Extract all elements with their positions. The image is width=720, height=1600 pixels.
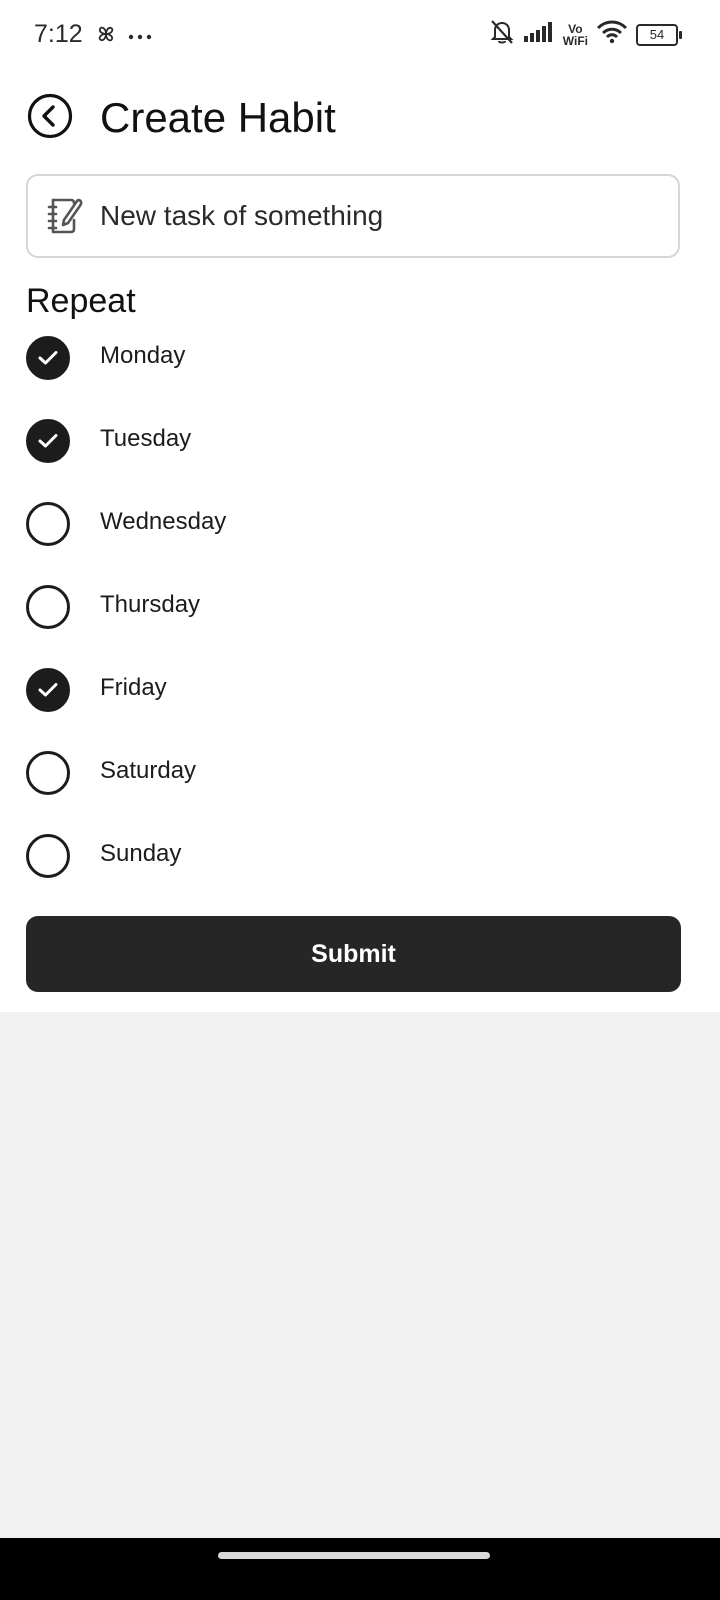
day-label: Sunday: [100, 840, 182, 867]
day-row-wednesday[interactable]: Wednesday: [26, 502, 686, 585]
bell-muted-icon: [489, 18, 515, 51]
back-circle-icon: [27, 93, 73, 144]
day-checkbox[interactable]: [26, 502, 70, 546]
task-field[interactable]: [26, 174, 680, 258]
day-label: Wednesday: [100, 508, 227, 535]
day-list: Monday Tuesday Wednesday Thursday Friday Satu…: [26, 336, 686, 917]
task-name-input[interactable]: [100, 200, 620, 232]
repeat-label: Repeat: [26, 282, 136, 320]
day-row-monday[interactable]: Monday: [26, 336, 686, 419]
notebook-edit-icon: [46, 196, 84, 236]
navigation-bar: [0, 1538, 720, 1600]
day-label: Monday: [100, 342, 186, 369]
day-label: Friday: [100, 674, 167, 701]
day-checkbox[interactable]: [26, 336, 70, 380]
day-row-thursday[interactable]: Thursday: [26, 585, 686, 668]
day-checkbox[interactable]: [26, 834, 70, 878]
day-row-tuesday[interactable]: Tuesday: [26, 419, 686, 502]
day-label: Tuesday: [100, 425, 192, 452]
day-label: Thursday: [100, 591, 201, 618]
status-right-icons: Vo WiFi 54: [489, 18, 682, 51]
signal-icon: [523, 21, 555, 48]
home-indicator[interactable]: [218, 1552, 490, 1559]
content-area: 7:12 Vo WiFi 54 Create Habit New task of…: [0, 0, 720, 1012]
status-left-icons: [94, 22, 152, 51]
status-time: 7:12: [34, 20, 83, 48]
pinwheel-icon: [94, 22, 118, 51]
status-bar: 7:12 Vo WiFi 54: [0, 0, 720, 70]
vowifi-label: Vo WiFi: [563, 23, 588, 47]
check-icon: [38, 434, 58, 448]
back-button[interactable]: [26, 93, 74, 144]
battery-icon: 54: [636, 23, 682, 46]
wifi-text: WiFi: [562, 33, 588, 48]
day-row-saturday[interactable]: Saturday: [26, 751, 686, 834]
more-dots-icon: [128, 28, 152, 46]
day-checkbox[interactable]: [26, 419, 70, 463]
screen: 7:12 Vo WiFi 54 Create Habit New task of…: [0, 0, 720, 1600]
day-row-friday[interactable]: Friday: [26, 668, 686, 751]
check-icon: [38, 683, 58, 697]
day-checkbox[interactable]: [26, 751, 70, 795]
page-title: Create Habit: [100, 94, 336, 141]
day-label: Saturday: [100, 757, 197, 784]
header: Create Habit: [26, 88, 336, 148]
day-checkbox[interactable]: [26, 668, 70, 712]
wifi-icon: [596, 20, 628, 49]
check-icon: [38, 351, 58, 365]
day-checkbox[interactable]: [26, 585, 70, 629]
vo-text: Vo: [568, 21, 583, 36]
day-row-sunday[interactable]: Sunday: [26, 834, 686, 917]
submit-button[interactable]: Submit: [26, 916, 681, 992]
